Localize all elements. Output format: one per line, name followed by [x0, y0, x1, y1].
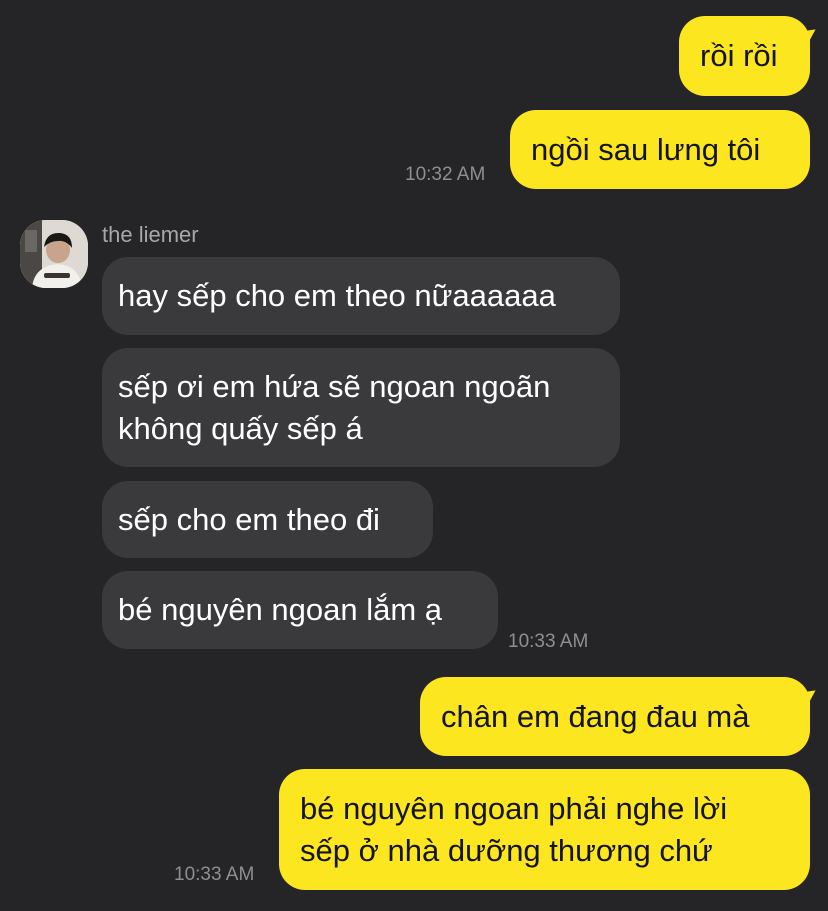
message-timestamp: 10:33 AM — [174, 864, 255, 885]
message-text: ngồi sau lưng tôi — [531, 131, 761, 167]
contact-avatar[interactable] — [20, 220, 88, 288]
avatar-photo-icon — [20, 220, 88, 288]
incoming-message[interactable]: bé nguyên ngoan lắm ạ — [102, 571, 498, 649]
chat-screen: { "chat": { "contact_name": "the liemer"… — [0, 0, 828, 911]
incoming-message[interactable]: sếp cho em theo đi — [102, 481, 433, 558]
incoming-message[interactable]: hay sếp cho em theo nữaaaaaa — [102, 257, 620, 335]
message-text: bé nguyên ngoan lắm ạ — [118, 592, 443, 627]
outgoing-message[interactable]: ngồi sau lưng tôi — [510, 110, 810, 189]
incoming-message[interactable]: sếp ơi em hứa sẽ ngoan ngoãn không quấy … — [102, 348, 620, 467]
message-text: sếp cho em theo đi — [118, 501, 380, 537]
message-text: bé nguyên ngoan phải nghe lời sếp ở nhà … — [300, 790, 728, 868]
message-text: rồi rồi — [700, 38, 778, 73]
message-text: hay sếp cho em theo nữaaaaaa — [118, 278, 556, 313]
message-timestamp: 10:33 AM — [508, 631, 589, 652]
outgoing-message[interactable]: chân em đang đau mà — [420, 677, 810, 756]
contact-name: the liemer — [102, 222, 199, 247]
message-text: chân em đang đau mà — [441, 698, 750, 734]
message-timestamp: 10:32 AM — [405, 164, 486, 185]
outgoing-message[interactable]: bé nguyên ngoan phải nghe lời sếp ở nhà … — [279, 769, 810, 890]
message-text: sếp ơi em hứa sẽ ngoan ngoãn không quấy … — [118, 368, 551, 446]
outgoing-message[interactable]: rồi rồi — [679, 16, 810, 96]
